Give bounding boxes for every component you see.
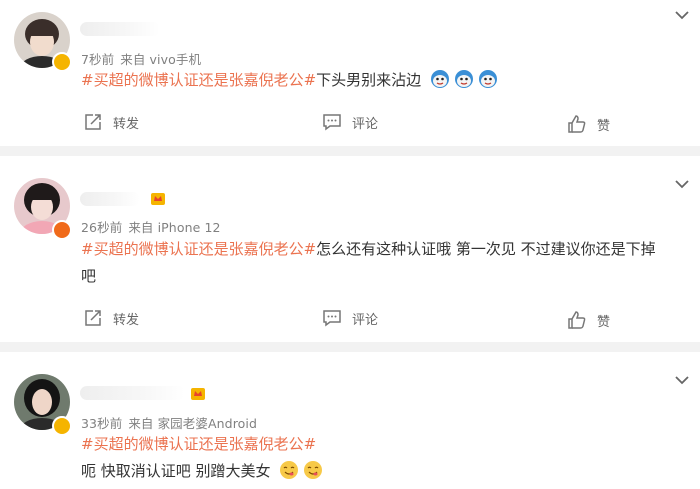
- vip-crown-icon: [151, 193, 165, 205]
- comment-label: 评论: [352, 312, 379, 328]
- repost-button[interactable]: 转发: [83, 111, 139, 133]
- topic-link[interactable]: #买超的微博认证还是张嘉倪老公#: [81, 435, 316, 453]
- like-label: 赞: [597, 118, 611, 134]
- comment-icon: [323, 114, 341, 131]
- repost-label: 转发: [113, 116, 140, 132]
- post-card: 26秒前 来自 iPhone 12 #买超的微博认证还是张嘉倪老公#怎么还有这种认…: [0, 156, 700, 342]
- comment-icon: [323, 310, 341, 327]
- post-time: 7秒前: [81, 52, 115, 67]
- post-card: 7秒前 来自 vivo手机 #买超的微博认证还是张嘉倪老公#下头男别来沾边 转发…: [0, 0, 700, 146]
- username-redacted[interactable]: [80, 22, 160, 36]
- thumbs-up-icon: [568, 115, 586, 133]
- topic-link[interactable]: #买超的微博认证还是张嘉倪老公#: [81, 71, 316, 89]
- repost-label: 转发: [113, 312, 140, 328]
- post-text: 呃 快取消认证吧 别蹭大美女: [81, 462, 271, 480]
- chevron-down-icon[interactable]: [673, 374, 691, 386]
- username-redacted[interactable]: [80, 192, 140, 206]
- divider: [0, 342, 700, 352]
- comment-button[interactable]: 评论: [322, 111, 378, 133]
- verified-badge-icon: [52, 52, 72, 72]
- thumbs-up-icon: [568, 311, 586, 329]
- comment-label: 评论: [352, 116, 379, 132]
- blue-cartoon-face-icon: [478, 70, 497, 88]
- verified-badge-icon: [52, 220, 72, 240]
- like-button[interactable]: 赞: [567, 113, 610, 135]
- post-source: 来自 iPhone 12: [128, 220, 221, 235]
- post-time: 33秒前: [81, 416, 123, 431]
- post-content: #买超的微博认证还是张嘉倪老公#怎么还有这种认证哦 第一次见 不过建议你还是下掉…: [81, 236, 681, 290]
- comment-button[interactable]: 评论: [322, 307, 378, 329]
- post-meta: 33秒前 来自 家园老婆Android: [81, 413, 263, 432]
- divider: [0, 146, 700, 156]
- vip-crown-icon: [191, 388, 205, 400]
- post-text: 下头男别来沾边: [316, 71, 422, 89]
- post-text: 怎么还有这种认证哦 第一次见 不过建议你还是下掉: [316, 240, 656, 258]
- post-content: #买超的微博认证还是张嘉倪老公#下头男别来沾边: [81, 67, 681, 94]
- post-time: 26秒前: [81, 220, 123, 235]
- like-label: 赞: [597, 314, 611, 330]
- share-icon: [85, 114, 101, 130]
- username-redacted[interactable]: [80, 386, 185, 400]
- blue-cartoon-face-icon: [454, 70, 473, 88]
- post-source: 来自 vivo手机: [120, 52, 202, 67]
- post-meta: 7秒前 来自 vivo手机: [81, 49, 207, 68]
- topic-link[interactable]: #买超的微博认证还是张嘉倪老公#: [81, 240, 316, 258]
- yum-face-icon: [280, 461, 299, 479]
- comment-feed: 7秒前 来自 vivo手机 #买超的微博认证还是张嘉倪老公#下头男别来沾边 转发…: [0, 0, 700, 489]
- blue-cartoon-face-icon: [430, 70, 449, 88]
- post-content: #买超的微博认证还是张嘉倪老公# 呃 快取消认证吧 别蹭大美女: [81, 431, 681, 485]
- yum-face-icon: [304, 461, 323, 479]
- share-icon: [85, 310, 101, 326]
- repost-button[interactable]: 转发: [83, 307, 139, 329]
- verified-badge-icon: [52, 416, 72, 436]
- chevron-down-icon[interactable]: [673, 178, 691, 190]
- post-source: 来自 家园老婆Android: [128, 416, 258, 431]
- post-text-continued: 吧: [81, 267, 97, 285]
- chevron-down-icon[interactable]: [673, 9, 691, 21]
- like-button[interactable]: 赞: [567, 309, 610, 331]
- post-meta: 26秒前 来自 iPhone 12: [81, 217, 227, 236]
- post-card: 33秒前 来自 家园老婆Android #买超的微博认证还是张嘉倪老公# 呃 快取…: [0, 352, 700, 489]
